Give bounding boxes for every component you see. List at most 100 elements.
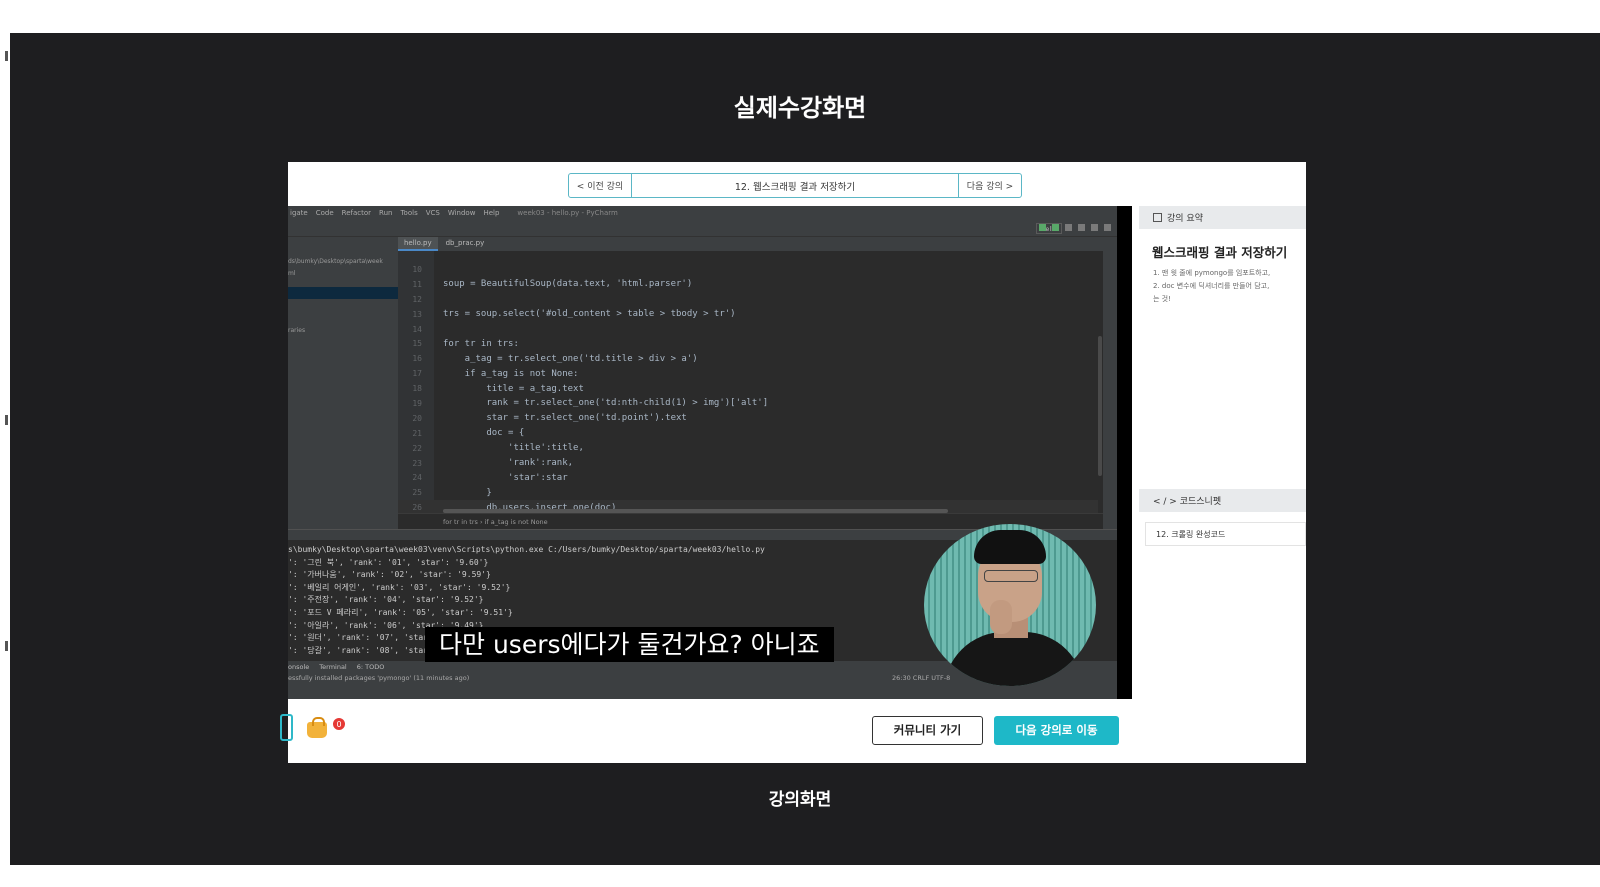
line-number: 20 — [412, 413, 422, 423]
code-line: 14 — [398, 322, 1098, 337]
console-line: ': '베일리 어게인', 'rank': '03', 'star': '9.5… — [288, 582, 511, 592]
next-lecture-link[interactable]: 다음 강의 > — [958, 174, 1021, 197]
project-path: ds\bumky\Desktop\sparta\week — [288, 258, 383, 265]
code-line: 23 'rank':rank, — [398, 456, 1098, 471]
ide-menu-item: Window — [447, 209, 476, 217]
instructor-glasses — [984, 570, 1038, 582]
lecture-screen-frame: < 이전 강의 12. 웹스크래핑 결과 저장하기 다음 강의 > igate … — [280, 162, 1306, 763]
code-line: 24 'star':star — [398, 470, 1098, 485]
console-line: ': '주전장', 'rank': '04', 'star': '9.52'} — [288, 595, 484, 605]
line-number: 15 — [412, 339, 422, 349]
line-number: 12 — [412, 294, 422, 304]
console-tab: onsole — [288, 663, 310, 671]
build-icon — [1091, 224, 1098, 231]
ide-menu-item: igate — [290, 209, 308, 217]
profile-icon — [1078, 224, 1085, 231]
line-number: 17 — [412, 369, 422, 379]
instructor-hair — [974, 530, 1046, 564]
code-snippet-panel: < / > 코드스니펫 12. 크롤링 완성코드 — [1139, 489, 1306, 763]
code-text: doc = { — [443, 428, 525, 439]
code-text: 'rank':rank, — [443, 458, 574, 469]
line-number: 19 — [412, 398, 422, 408]
notification-badge: 0 — [332, 717, 346, 731]
ide-menu-item: Help — [483, 209, 500, 217]
stop-icon — [1104, 224, 1111, 231]
tab-hello-py: hello.py — [398, 237, 438, 251]
project-selected-row — [288, 287, 398, 299]
prev-lecture-button[interactable]: < 이전 강의 — [569, 174, 632, 197]
line-number: 26 — [412, 503, 422, 513]
line-number: 23 — [412, 458, 422, 468]
code-line: 11 soup = BeautifulSoup(data.text, 'html.… — [398, 277, 1098, 292]
console-line: ': '포드 V 페라리', 'rank': '05', 'star': '9.… — [288, 607, 513, 617]
code-editor: 10 11 soup = BeautifulSoup(data.text, 'htm… — [398, 251, 1103, 516]
tab-db-prac-py: db_prac.py — [445, 239, 485, 247]
project-item: raries — [288, 327, 306, 334]
line-number: 24 — [412, 473, 422, 483]
status-message: essfully installed packages 'pymongo' (1… — [288, 674, 470, 682]
code-text: a_tag = tr.select_one('td.title > div > … — [443, 353, 698, 364]
code-text: for tr in trs: — [443, 338, 519, 349]
summary-list: 1. 맨 윗 줄에 pymongo를 임포트하고, 2. doc 변수에 딕셔너… — [1139, 261, 1306, 306]
instructor-hand — [990, 600, 1012, 634]
code-text: rank = tr.select_one('td:nth-child(1) > … — [443, 398, 769, 409]
ide-right-sidebar — [1103, 237, 1117, 529]
summary-item: 1. 맨 윗 줄에 pymongo를 임포트하고, — [1153, 269, 1271, 277]
code-line: 21 doc = { — [398, 426, 1098, 441]
code-line: 13 trs = soup.select('#old_content > tabl… — [398, 307, 1098, 322]
summary-header-label: 강의 요약 — [1167, 214, 1203, 224]
ide-menu-item: Code — [315, 209, 334, 217]
status-info: 26:30 CRLF UTF-8 — [892, 674, 951, 682]
ide-tool-icons — [1039, 224, 1124, 231]
code-text: if a_tag is not None: — [443, 368, 579, 379]
line-number: 25 — [412, 488, 422, 498]
lecture-bottom-bar: 0 커뮤니티 가기 다음 강의로 이동 — [280, 699, 1132, 763]
edge-mark — [5, 415, 8, 425]
instructor-webcam — [924, 524, 1096, 686]
code-line: 10 — [398, 262, 1098, 277]
run-icon — [1039, 224, 1046, 231]
ide-window-title: week03 - hello.py - PyCharm — [517, 209, 618, 217]
code-line: 12 — [398, 292, 1098, 307]
line-number: 22 — [412, 443, 422, 453]
lecture-navigation: < 이전 강의 12. 웹스크래핑 결과 저장하기 다음 강의 > — [568, 173, 1022, 198]
snippet-header: < / > 코드스니펫 — [1139, 489, 1306, 512]
code-text: soup = BeautifulSoup(data.text, 'html.pa… — [443, 279, 693, 290]
snippet-item[interactable]: 12. 크롤링 완성코드 — [1145, 522, 1306, 546]
console-line: ': '가버나움', 'rank': '02', 'star': '9.59'} — [288, 570, 491, 580]
editor-tabs: hello.py db_prac.py — [398, 237, 1103, 251]
line-number: 21 — [412, 428, 422, 438]
community-button[interactable]: 커뮤니티 가기 — [872, 716, 983, 745]
line-number: 11 — [412, 279, 422, 289]
code-text: 'star':star — [443, 472, 568, 483]
code-line: 16 a_tag = tr.select_one('td.title > div… — [398, 351, 1098, 366]
code-text: } — [443, 487, 492, 498]
ide-menu-item: VCS — [425, 209, 440, 217]
debug-icon — [1052, 224, 1059, 231]
todo-tab: 6: TODO — [356, 663, 385, 671]
next-lecture-button[interactable]: 다음 강의로 이동 — [994, 716, 1119, 745]
line-number: 18 — [412, 384, 422, 394]
bottom-tool-tabs: onsole Terminal 6: TODO — [288, 661, 384, 673]
video-player[interactable]: igate Code Refactor Run Tools VCS Window… — [288, 206, 1132, 699]
ide-menu-item: Run — [379, 209, 393, 217]
code-text: trs = soup.select('#old_content > table … — [443, 309, 736, 320]
code-lines: 10 11 soup = BeautifulSoup(data.text, 'htm… — [398, 262, 1098, 516]
line-number: 16 — [412, 354, 422, 364]
console-line: ': '그린 북', 'rank': '01', 'star': '9.60'} — [288, 557, 489, 567]
left-edge-strip — [0, 33, 10, 865]
lecture-title: 12. 웹스크래핑 결과 저장하기 — [734, 181, 856, 193]
video-subtitle: 다만 users에다가 둘건가요? 아니죠 — [425, 627, 834, 662]
ide-menu-item: Refactor — [341, 209, 372, 217]
terminal-tab: Terminal — [319, 663, 347, 671]
top-bar — [0, 0, 1600, 33]
partial-button[interactable] — [280, 714, 293, 741]
code-text: star = tr.select_one('td.point').text — [443, 413, 687, 424]
editor-vscrollbar — [1098, 336, 1102, 476]
ide-menu-item: Tools — [400, 209, 418, 217]
code-line: 22 'title':title, — [398, 441, 1098, 456]
line-number: 10 — [412, 264, 422, 274]
line-number: 13 — [412, 309, 422, 319]
basket-icon[interactable]: 0 — [301, 711, 346, 743]
summary-title: 웹스크래핑 결과 저장하기 — [1152, 245, 1288, 260]
